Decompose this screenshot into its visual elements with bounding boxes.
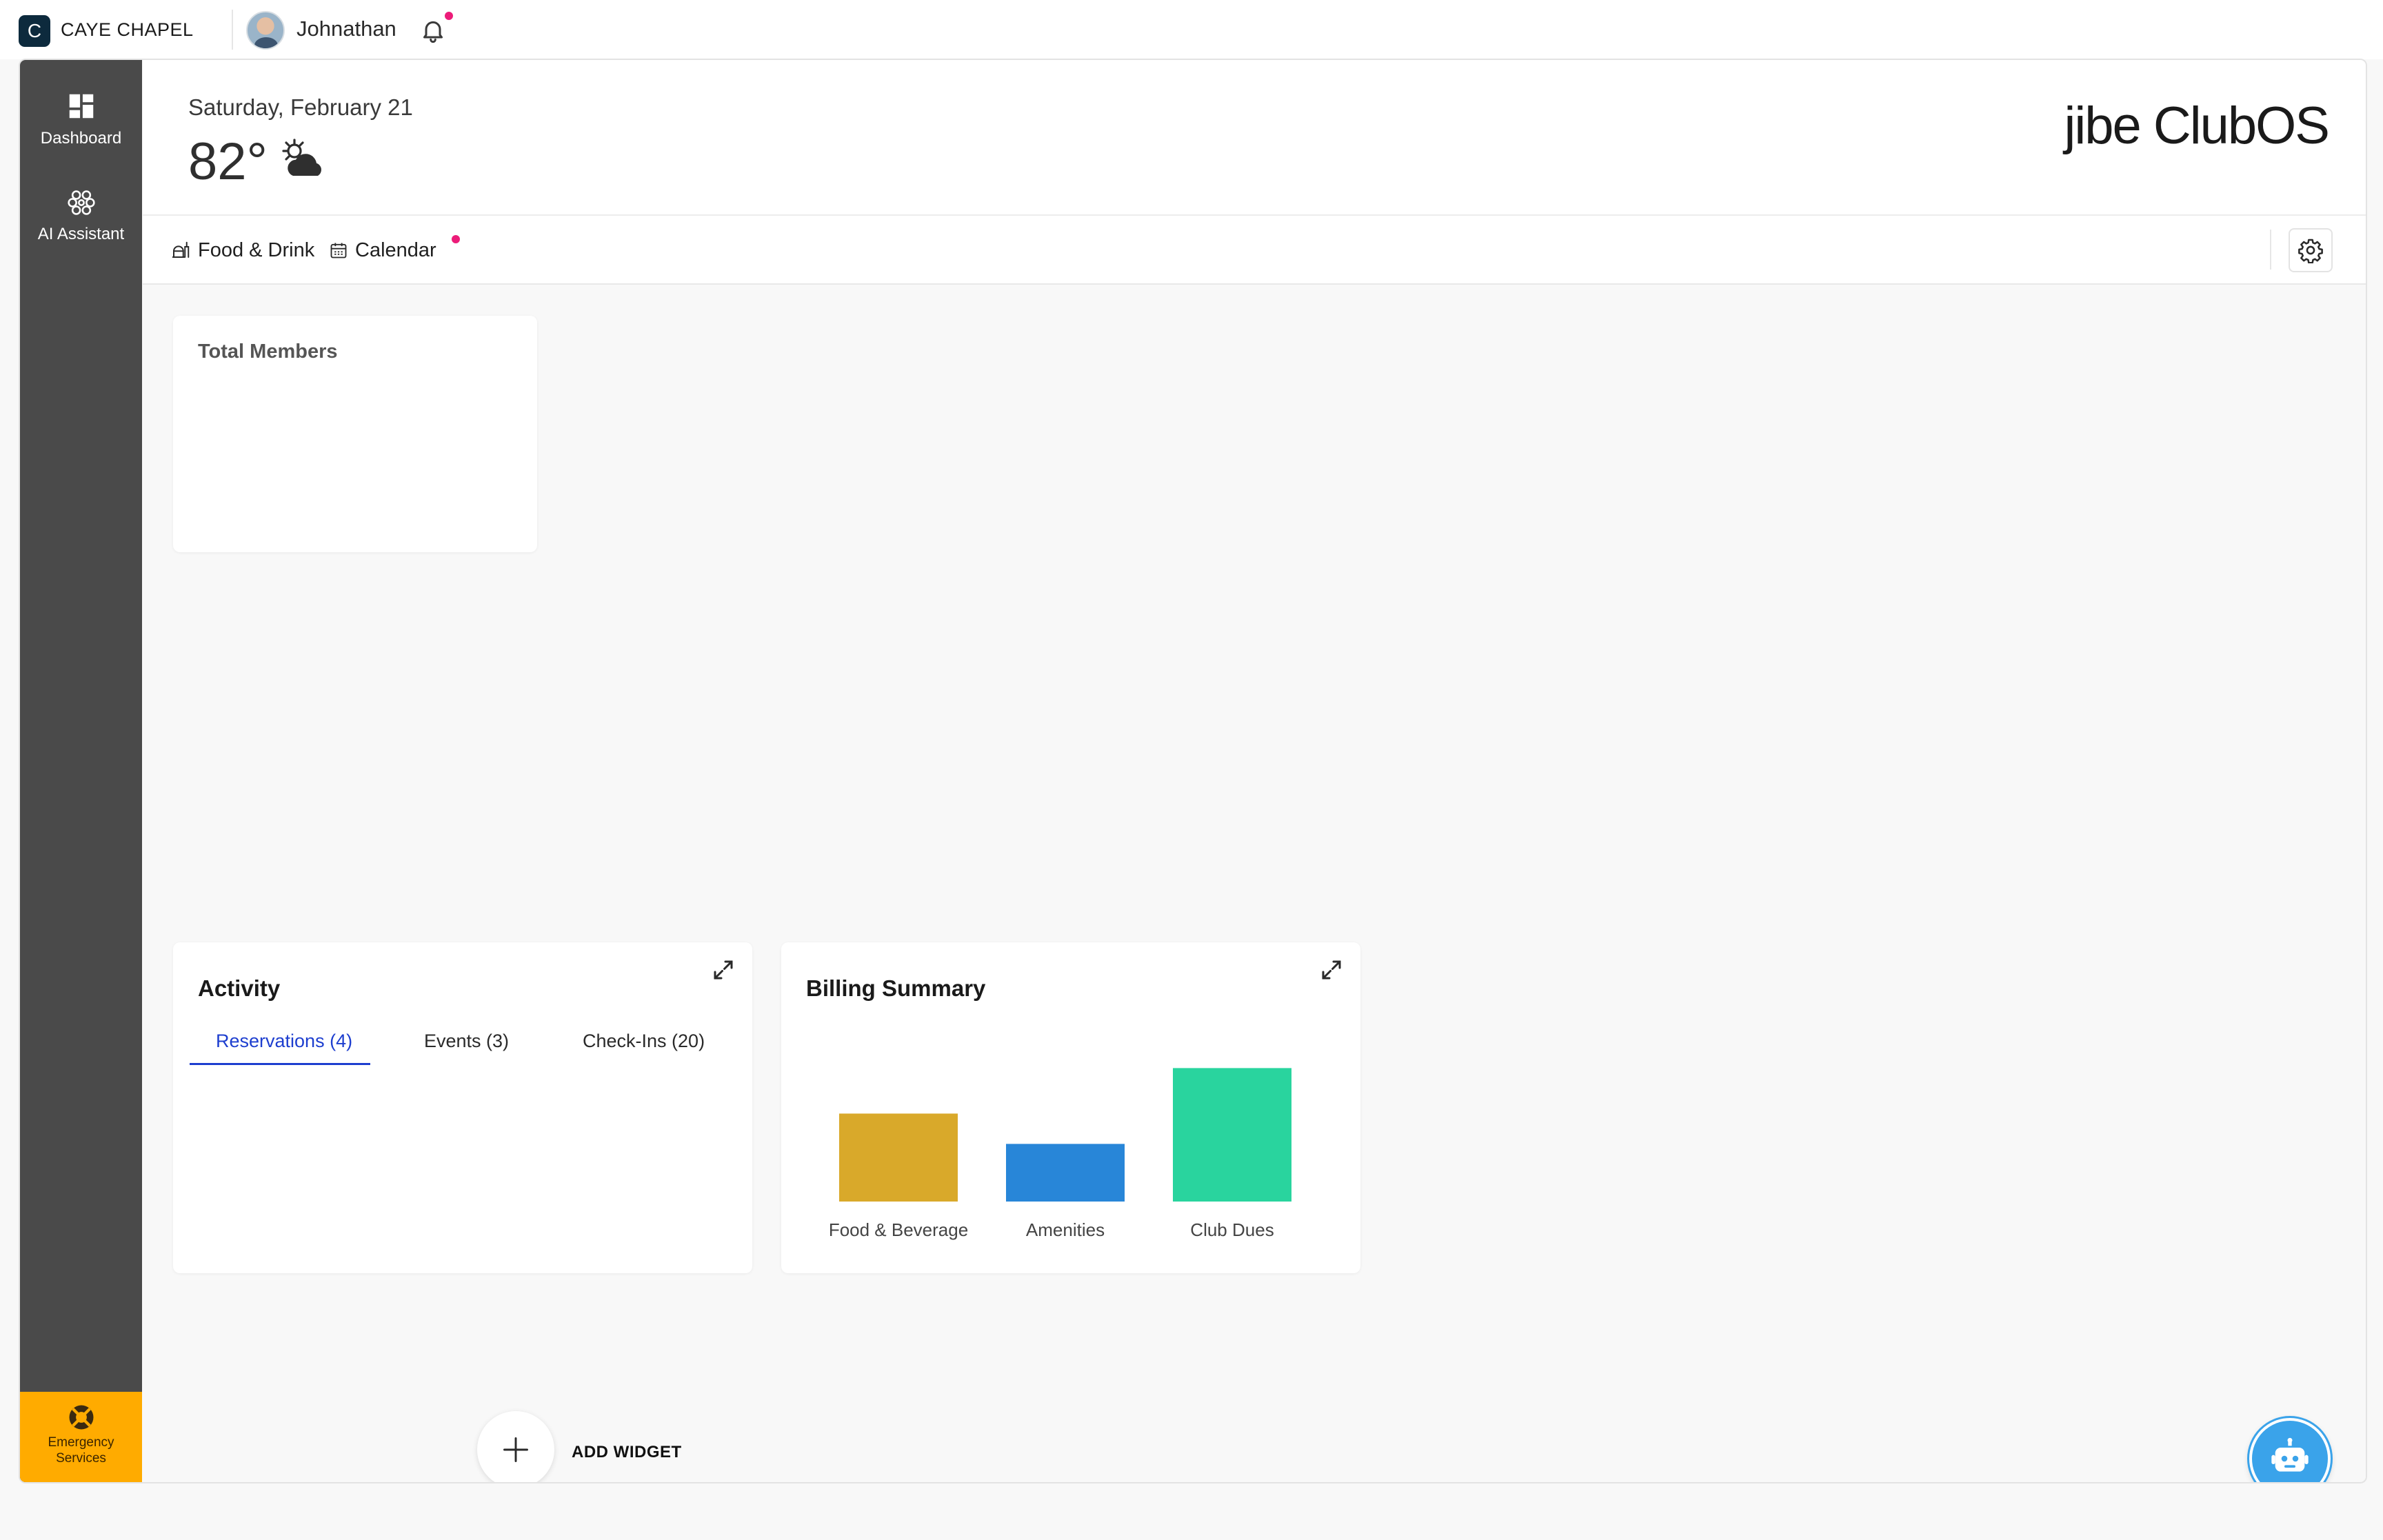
bar-amenities[interactable] (1006, 1144, 1125, 1202)
club-logo[interactable]: C (19, 15, 50, 47)
tab-label: Calendar (355, 239, 436, 261)
bell-icon[interactable] (419, 17, 447, 44)
user-avatar[interactable] (246, 11, 285, 50)
divider (232, 10, 233, 50)
activity-widget: Activity Reservations (4) Events (3) Che… (173, 942, 752, 1273)
divider (2270, 230, 2271, 270)
page-header: Saturday, February 21 82° jibe ClubOS (143, 60, 2366, 216)
add-widget-label[interactable]: ADD WIDGET (572, 1443, 682, 1462)
active-tab-indicator (190, 1063, 370, 1065)
tab-calendar[interactable]: Calendar (329, 235, 436, 265)
notification-dot (445, 12, 453, 20)
top-bar: C CAYE CHAPEL Johnathan (0, 0, 2383, 59)
dashboard-icon (69, 94, 93, 119)
food-drink-icon (172, 241, 190, 258)
app-frame: Dashboard AI Assistant Emergency Service… (19, 59, 2367, 1483)
ai-assistant-icon (67, 190, 95, 215)
tab-reservations[interactable]: Reservations (4) (216, 1031, 352, 1052)
user-name[interactable]: Johnathan (296, 17, 396, 41)
sidebar-item-ai-assistant[interactable]: AI Assistant (20, 188, 142, 244)
brand-prefix: jibe (2064, 97, 2141, 155)
widget-title: Total Members (198, 341, 338, 363)
current-date: Saturday, February 21 (188, 94, 413, 120)
partly-cloudy-icon (282, 139, 322, 176)
add-widget-button[interactable] (477, 1411, 554, 1482)
tab-food-drink[interactable]: Food & Drink (170, 235, 314, 265)
brand-name: ClubOS (2153, 97, 2330, 155)
bar-food-beverage[interactable] (839, 1113, 958, 1202)
sidebar: Dashboard AI Assistant Emergency Service… (20, 60, 142, 1482)
total-members-widget[interactable]: Total Members (173, 316, 537, 552)
settings-button[interactable] (2289, 228, 2333, 272)
tab-label: Food & Drink (198, 239, 315, 261)
calendar-icon (330, 243, 347, 259)
brand-logo: jibe ClubOS (2064, 96, 2330, 156)
calendar-notification-dot (452, 235, 460, 243)
robot-icon (2271, 1437, 2309, 1472)
expand-icon[interactable] (711, 958, 736, 982)
tab-bar: Food & Drink Calendar (143, 216, 2366, 285)
billing-summary-widget: Billing Summary Food & Beverage Amenities… (781, 942, 1360, 1273)
gear-icon (2298, 239, 2323, 263)
tab-check-ins[interactable]: Check-Ins (20) (583, 1031, 705, 1052)
tab-events[interactable]: Events (3) (424, 1031, 509, 1052)
bar-label: Amenities (1025, 1219, 1105, 1240)
bar-label: Food & Beverage (828, 1219, 969, 1240)
emergency-services-button[interactable]: Emergency Services (20, 1392, 142, 1482)
widget-title: Activity (198, 975, 281, 1001)
club-name[interactable]: CAYE CHAPEL (61, 19, 194, 41)
bar-club-dues[interactable] (1173, 1068, 1291, 1202)
emergency-label-line2: Services (56, 1451, 106, 1466)
bar-label: Club Dues (1190, 1219, 1274, 1240)
plus-icon (503, 1437, 528, 1462)
emergency-label-line1: Emergency (48, 1435, 114, 1450)
lifebuoy-icon (69, 1405, 93, 1430)
assistant-fab-button[interactable] (2249, 1418, 2331, 1482)
sidebar-item-label: Dashboard (40, 129, 122, 148)
sidebar-item-label: AI Assistant (37, 225, 125, 243)
sidebar-item-dashboard[interactable]: Dashboard (20, 90, 142, 148)
temperature: 82° (188, 132, 268, 191)
